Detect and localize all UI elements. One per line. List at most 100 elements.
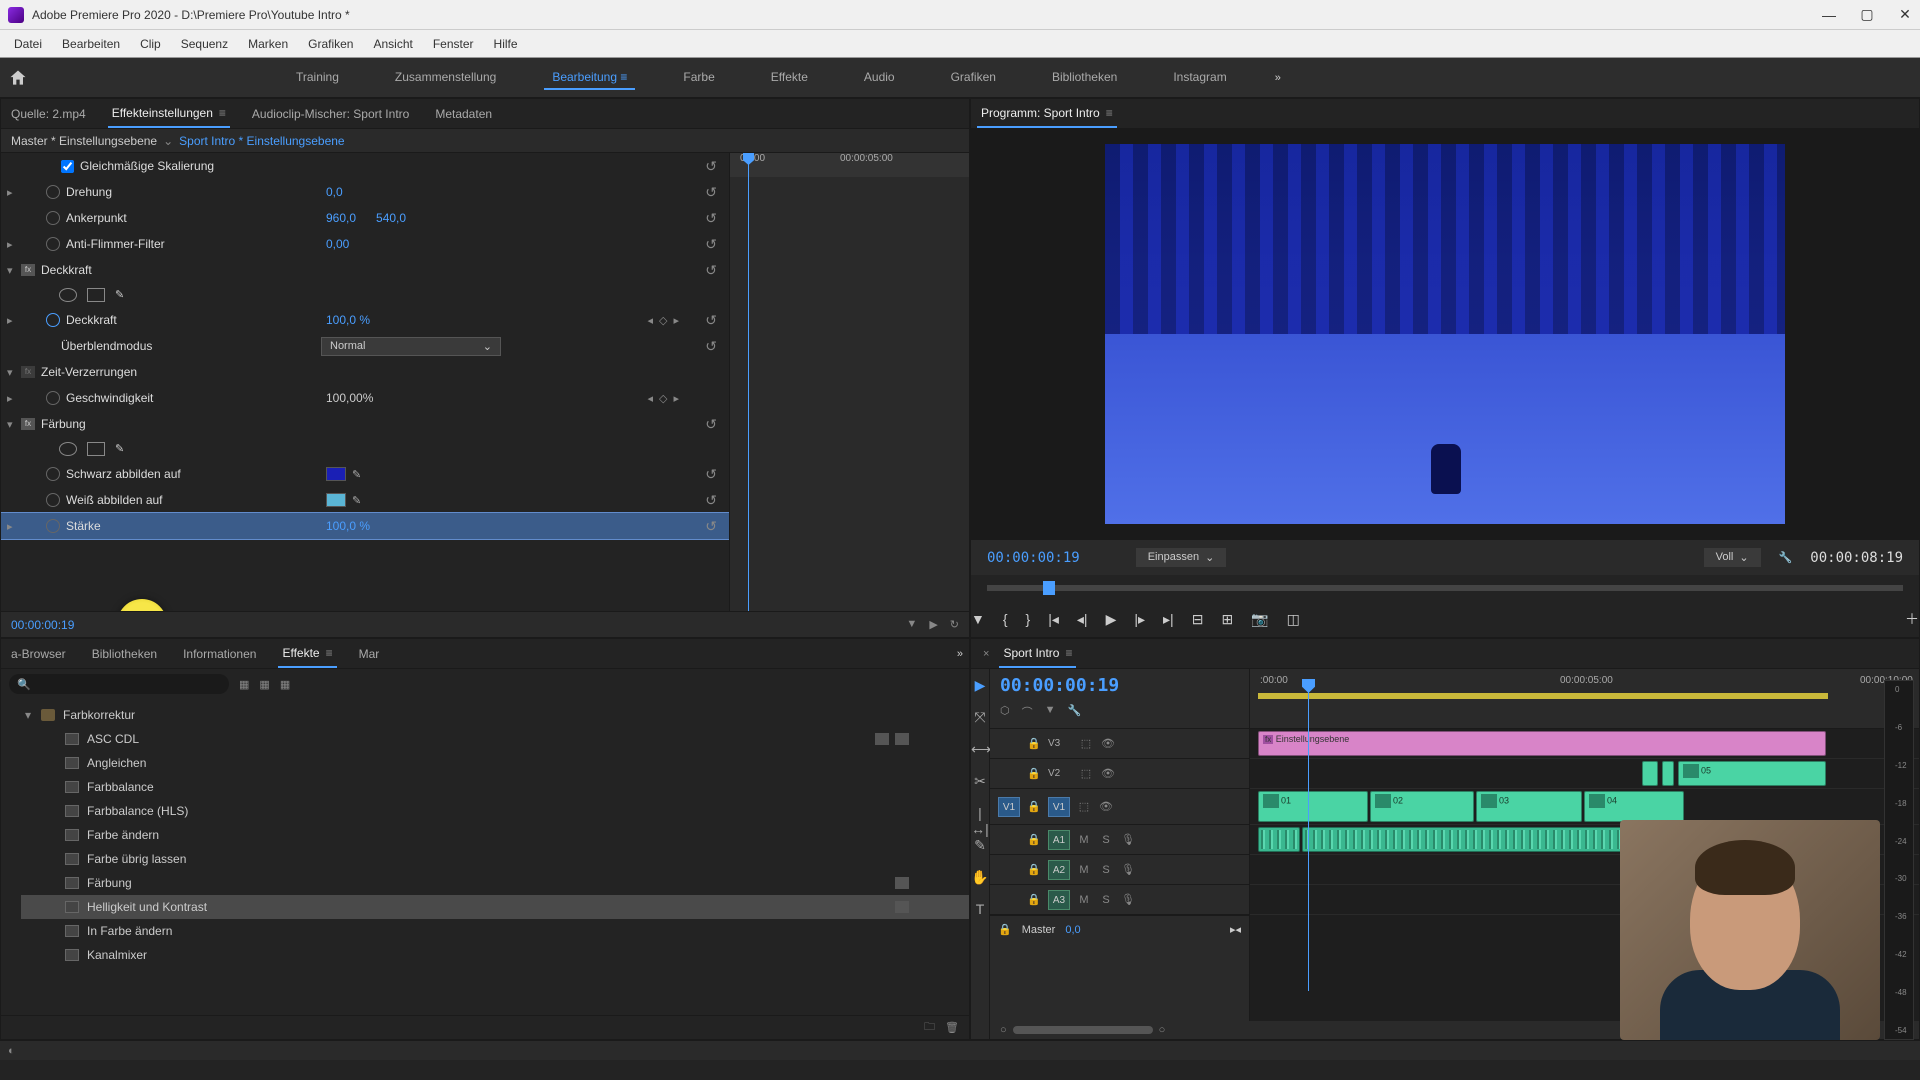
twirl-icon[interactable]: ▾ [7, 366, 13, 379]
32bit-filter-icon[interactable]: ▦ [259, 678, 269, 691]
track-visibility-icon[interactable]: 👁 [1100, 737, 1116, 750]
comparison-view-button[interactable]: ◫ [1287, 611, 1300, 628]
program-scrubber[interactable] [971, 575, 1919, 601]
close-button[interactable]: ✕ [1898, 8, 1912, 22]
track-target-a1[interactable]: A1 [1048, 830, 1070, 850]
settings-icon[interactable]: 🔧 [1068, 704, 1082, 720]
razor-tool[interactable]: ✂ [971, 773, 989, 791]
workspace-menu-icon[interactable]: ≡ [620, 70, 627, 84]
preset-kanalmixer[interactable]: Kanalmixer [21, 943, 969, 967]
track-record-icon[interactable]: 🎙 [1120, 863, 1136, 876]
maximize-button[interactable]: ▢ [1860, 8, 1874, 22]
panel-menu-icon[interactable]: ≡ [1106, 106, 1113, 120]
mask-pen-icon[interactable]: ✎ [115, 442, 133, 456]
preset-asc-cdl[interactable]: ASC CDL [21, 727, 969, 751]
clip-audio[interactable] [1258, 827, 1300, 852]
work-area-bar[interactable] [1258, 693, 1828, 699]
menu-marken[interactable]: Marken [238, 33, 298, 55]
tab-metadata[interactable]: Metadaten [431, 101, 496, 127]
tint-black-swatch[interactable] [326, 467, 346, 481]
close-sequence-icon[interactable]: × [983, 648, 989, 660]
track-lock-icon[interactable]: 🔒 [1026, 893, 1042, 906]
menu-sequenz[interactable]: Sequenz [171, 33, 238, 55]
reset-icon[interactable]: ↺ [705, 210, 717, 227]
mask-pen-icon[interactable]: ✎ [115, 288, 133, 302]
clip-video-03[interactable]: 03 [1476, 791, 1582, 822]
reset-icon[interactable]: ↺ [705, 416, 717, 433]
eyedropper-icon[interactable]: ✎ [352, 468, 361, 481]
preset-in-farbe-aendern[interactable]: In Farbe ändern [21, 919, 969, 943]
ripple-edit-tool[interactable]: ⟷ [971, 741, 989, 759]
track-target-v1[interactable]: V1 [1048, 797, 1070, 817]
program-monitor-viewport[interactable] [971, 129, 1919, 539]
add-marker-icon[interactable]: ▼ [1045, 704, 1056, 720]
menu-ansicht[interactable]: Ansicht [363, 33, 422, 55]
antiflicker-value[interactable]: 0,00 [326, 237, 349, 251]
twirl-icon[interactable]: ▸ [7, 392, 13, 405]
program-timecode-out[interactable]: 00:00:08:19 [1810, 550, 1903, 566]
yuv-filter-icon[interactable]: ▦ [280, 678, 290, 691]
tab-info[interactable]: Informationen [179, 641, 260, 667]
timeline-timecode[interactable]: 00:00:00:19 [1000, 675, 1239, 696]
stopwatch-icon[interactable] [46, 237, 60, 251]
clip-video[interactable] [1642, 761, 1658, 786]
track-target-a3[interactable]: A3 [1048, 890, 1070, 910]
menu-hilfe[interactable]: Hilfe [484, 33, 528, 55]
preset-farbbalance[interactable]: Farbbalance [21, 775, 969, 799]
workspace-training[interactable]: Training [288, 66, 347, 90]
stopwatch-icon[interactable] [46, 493, 60, 507]
eyedropper-icon[interactable]: ✎ [352, 494, 361, 507]
go-to-out-button[interactable]: ▸| [1163, 611, 1174, 628]
track-sync-icon[interactable]: ⬚ [1078, 767, 1094, 780]
chevron-down-icon[interactable]: ⌄ [163, 134, 173, 148]
accelerated-filter-icon[interactable]: ▦ [239, 678, 249, 691]
selection-tool[interactable]: ▶ [971, 677, 989, 695]
rotation-value[interactable]: 0,0 [326, 185, 343, 199]
workspace-zusammenstellung[interactable]: Zusammenstellung [387, 66, 504, 90]
workspace-bearbeitung[interactable]: Bearbeitung ≡ [544, 66, 635, 90]
playhead-icon[interactable] [748, 153, 749, 611]
stopwatch-icon[interactable] [46, 211, 60, 225]
mark-out-button[interactable]: } [1026, 611, 1031, 627]
lift-button[interactable]: ⊟ [1192, 611, 1204, 628]
track-label[interactable]: V3 [1048, 738, 1072, 749]
anchor-y-value[interactable]: 540,0 [376, 211, 406, 225]
preset-farbe-uebrig[interactable]: Farbe übrig lassen [21, 847, 969, 871]
home-icon[interactable] [8, 68, 28, 88]
mask-rect-icon[interactable] [87, 442, 105, 456]
workspace-effekte[interactable]: Effekte [763, 66, 816, 90]
wrench-icon[interactable]: 🔧 [1779, 551, 1793, 564]
track-solo-icon[interactable]: S [1098, 894, 1114, 906]
effects-search-input[interactable]: 🔍 [9, 674, 229, 694]
timeline-playhead-icon[interactable] [1308, 691, 1309, 991]
pen-tool[interactable]: ✎ [971, 837, 989, 855]
track-lock-icon[interactable]: 🔒 [1026, 800, 1042, 813]
clip-adjustment-layer[interactable]: fx Einstellungsebene [1258, 731, 1826, 756]
mask-ellipse-icon[interactable] [59, 442, 77, 456]
track-visibility-icon[interactable]: 👁 [1098, 800, 1114, 813]
workspace-overflow-icon[interactable]: » [1275, 72, 1281, 84]
track-target-a2[interactable]: A2 [1048, 860, 1070, 880]
new-bin-icon[interactable]: 🗀 [924, 1018, 935, 1037]
tab-sequence[interactable]: Sport Intro≡ [999, 640, 1076, 668]
prev-keyframe-icon[interactable]: ◂ [647, 392, 653, 405]
panel-menu-icon[interactable]: ≡ [219, 106, 226, 120]
zoom-fit-dropdown[interactable]: Einpassen⌄ [1136, 548, 1227, 567]
filter-icon[interactable]: ▼ [906, 618, 917, 631]
effect-controls-timeline[interactable]: 00:0000:00:05:00 [729, 153, 969, 611]
twirl-icon[interactable]: ▸ [7, 186, 13, 199]
folder-farbkorrektur[interactable]: Farbkorrektur [21, 703, 969, 727]
twirl-icon[interactable]: ▸ [7, 238, 13, 251]
mask-rect-icon[interactable] [87, 288, 105, 302]
preset-faerbung[interactable]: Färbung [21, 871, 969, 895]
clip-video-04[interactable]: 04 [1584, 791, 1684, 822]
uniform-scale-checkbox[interactable] [61, 160, 74, 173]
tab-program[interactable]: Programm: Sport Intro≡ [977, 100, 1117, 128]
menu-datei[interactable]: Datei [4, 33, 52, 55]
add-keyframe-icon[interactable]: ◇ [659, 314, 667, 327]
step-forward-button[interactable]: |▸ [1134, 611, 1145, 628]
expand-icon[interactable]: ▸◂ [1230, 923, 1241, 936]
slip-tool[interactable]: |↔| [971, 805, 989, 823]
opacity-value[interactable]: 100,0 % [326, 313, 370, 327]
track-solo-icon[interactable]: S [1098, 834, 1114, 846]
